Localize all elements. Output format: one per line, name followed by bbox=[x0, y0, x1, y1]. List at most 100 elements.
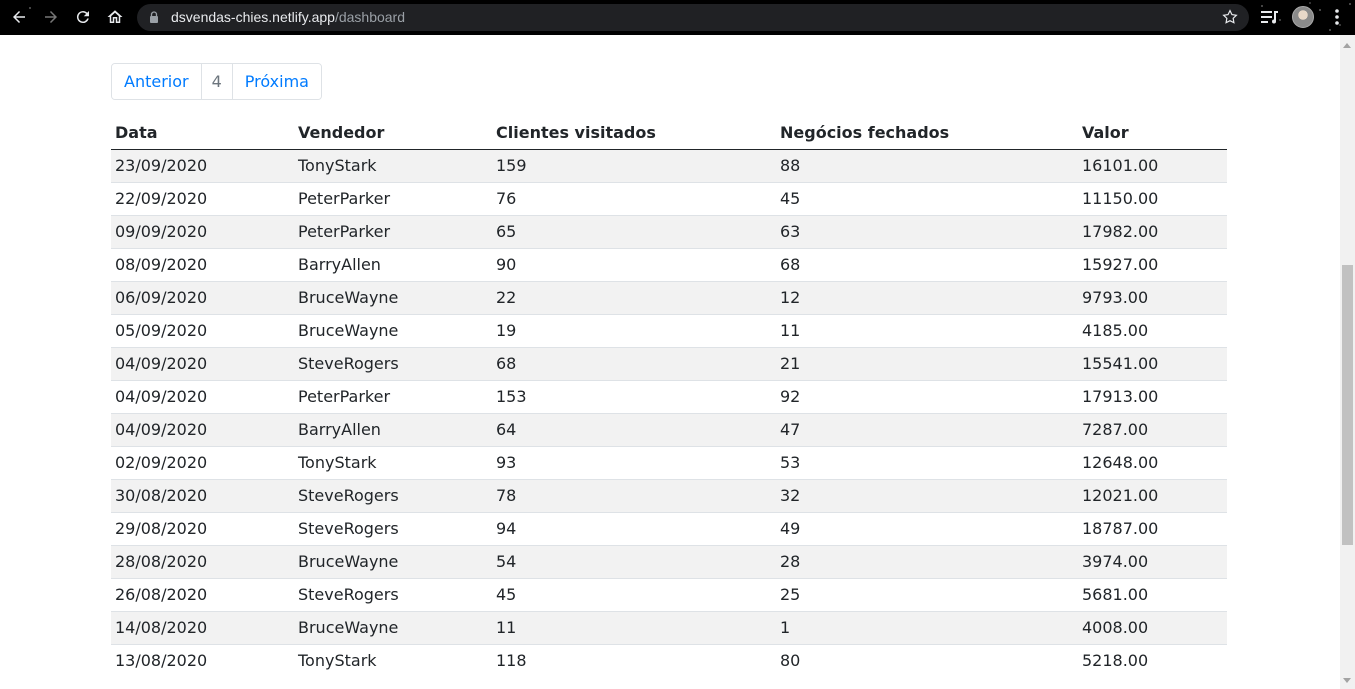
pagination: Anterior 4 Próxima bbox=[111, 63, 322, 100]
cell-clients-visited: 90 bbox=[492, 247, 776, 281]
browser-toolbar: dsvendas-chies.netlify.app/dashboard bbox=[0, 0, 1355, 35]
table-row: 30/08/2020 SteveRogers 78 32 12021.00 bbox=[111, 478, 1227, 512]
table-row: 22/09/2020 PeterParker 76 45 11150.00 bbox=[111, 181, 1227, 215]
cell-amount: 11150.00 bbox=[1078, 181, 1227, 215]
media-controls-icon[interactable] bbox=[1260, 8, 1280, 26]
cell-amount: 9793.00 bbox=[1078, 280, 1227, 314]
cell-date: 08/09/2020 bbox=[111, 247, 294, 281]
cell-clients-visited: 68 bbox=[492, 346, 776, 380]
cell-deals-closed: 32 bbox=[776, 478, 1078, 512]
cell-clients-visited: 19 bbox=[492, 313, 776, 347]
table-row: 09/09/2020 PeterParker 65 63 17982.00 bbox=[111, 214, 1227, 248]
cell-amount: 7287.00 bbox=[1078, 412, 1227, 446]
cell-amount: 4008.00 bbox=[1078, 610, 1227, 644]
cell-deals-closed: 53 bbox=[776, 445, 1078, 479]
cell-deals-closed: 92 bbox=[776, 379, 1078, 413]
cell-date: 04/09/2020 bbox=[111, 412, 294, 446]
cell-date: 23/09/2020 bbox=[111, 148, 294, 182]
cell-clients-visited: 93 bbox=[492, 445, 776, 479]
home-button[interactable] bbox=[102, 4, 128, 30]
cell-clients-visited: 78 bbox=[492, 478, 776, 512]
cell-clients-visited: 11 bbox=[492, 610, 776, 644]
cell-date: 06/09/2020 bbox=[111, 280, 294, 314]
profile-avatar[interactable] bbox=[1292, 6, 1314, 28]
column-header-amount: Valor bbox=[1078, 116, 1227, 150]
column-header-deals-closed: Negócios fechados bbox=[776, 116, 1078, 150]
bookmark-star-icon[interactable] bbox=[1221, 8, 1239, 26]
cell-date: 22/09/2020 bbox=[111, 181, 294, 215]
reload-button[interactable] bbox=[70, 4, 96, 30]
cell-deals-closed: 88 bbox=[776, 148, 1078, 182]
table-row: 06/09/2020 BruceWayne 22 12 9793.00 bbox=[111, 280, 1227, 314]
page-scrollbar[interactable] bbox=[1340, 35, 1355, 689]
cell-deals-closed: 63 bbox=[776, 214, 1078, 248]
scroll-down-arrow-icon[interactable] bbox=[1343, 678, 1351, 683]
column-header-date: Data bbox=[111, 116, 294, 150]
next-page-button[interactable]: Próxima bbox=[232, 64, 321, 99]
cell-clients-visited: 94 bbox=[492, 511, 776, 545]
cell-deals-closed: 21 bbox=[776, 346, 1078, 380]
cell-date: 09/09/2020 bbox=[111, 214, 294, 248]
cell-amount: 16101.00 bbox=[1078, 148, 1227, 182]
table-body: 23/09/2020 TonyStark 159 88 16101.00 22/09/20… bbox=[111, 148, 1227, 677]
cell-seller: TonyStark bbox=[294, 643, 492, 677]
cell-date: 13/08/2020 bbox=[111, 643, 294, 677]
cell-amount: 5681.00 bbox=[1078, 577, 1227, 611]
cell-amount: 5218.00 bbox=[1078, 643, 1227, 677]
address-bar[interactable]: dsvendas-chies.netlify.app/dashboard bbox=[137, 4, 1249, 31]
lock-icon bbox=[150, 11, 158, 23]
kebab-menu-icon[interactable] bbox=[1328, 8, 1346, 26]
cell-date: 04/09/2020 bbox=[111, 379, 294, 413]
cell-clients-visited: 76 bbox=[492, 181, 776, 215]
table-row: 05/09/2020 BruceWayne 19 11 4185.00 bbox=[111, 313, 1227, 347]
cell-seller: BruceWayne bbox=[294, 313, 492, 347]
cell-date: 28/08/2020 bbox=[111, 544, 294, 578]
cell-clients-visited: 54 bbox=[492, 544, 776, 578]
cell-amount: 17913.00 bbox=[1078, 379, 1227, 413]
table-header: Data Vendedor Clientes visitados Negócio… bbox=[111, 116, 1227, 150]
cell-seller: PeterParker bbox=[294, 379, 492, 413]
table-row: 29/08/2020 SteveRogers 94 49 18787.00 bbox=[111, 511, 1227, 545]
current-page-indicator: 4 bbox=[201, 64, 233, 99]
cell-deals-closed: 11 bbox=[776, 313, 1078, 347]
cell-clients-visited: 153 bbox=[492, 379, 776, 413]
cell-seller: TonyStark bbox=[294, 148, 492, 182]
cell-seller: PeterParker bbox=[294, 214, 492, 248]
cell-amount: 17982.00 bbox=[1078, 214, 1227, 248]
cell-amount: 3974.00 bbox=[1078, 544, 1227, 578]
table-row: 04/09/2020 SteveRogers 68 21 15541.00 bbox=[111, 346, 1227, 380]
cell-clients-visited: 64 bbox=[492, 412, 776, 446]
cell-deals-closed: 45 bbox=[776, 181, 1078, 215]
cell-clients-visited: 22 bbox=[492, 280, 776, 314]
cell-deals-closed: 68 bbox=[776, 247, 1078, 281]
scrollbar-thumb[interactable] bbox=[1342, 265, 1353, 545]
cell-seller: SteveRogers bbox=[294, 511, 492, 545]
cell-amount: 4185.00 bbox=[1078, 313, 1227, 347]
arrow-right-icon bbox=[45, 11, 57, 23]
cell-seller: BruceWayne bbox=[294, 610, 492, 644]
cell-date: 14/08/2020 bbox=[111, 610, 294, 644]
cell-clients-visited: 65 bbox=[492, 214, 776, 248]
cell-deals-closed: 28 bbox=[776, 544, 1078, 578]
table-row: 28/08/2020 BruceWayne 54 28 3974.00 bbox=[111, 544, 1227, 578]
scroll-up-arrow-icon[interactable] bbox=[1343, 43, 1351, 48]
cell-amount: 15927.00 bbox=[1078, 247, 1227, 281]
cell-deals-closed: 47 bbox=[776, 412, 1078, 446]
cell-amount: 18787.00 bbox=[1078, 511, 1227, 545]
cell-seller: TonyStark bbox=[294, 445, 492, 479]
forward-button[interactable] bbox=[38, 4, 64, 30]
table-row: 26/08/2020 SteveRogers 45 25 5681.00 bbox=[111, 577, 1227, 611]
cell-seller: BarryAllen bbox=[294, 412, 492, 446]
url-host: dsvendas-chies.netlify.app bbox=[171, 9, 335, 25]
back-button[interactable] bbox=[6, 4, 32, 30]
cell-clients-visited: 45 bbox=[492, 577, 776, 611]
previous-page-button[interactable]: Anterior bbox=[112, 64, 202, 99]
cell-date: 26/08/2020 bbox=[111, 577, 294, 611]
cell-seller: SteveRogers bbox=[294, 346, 492, 380]
cell-seller: SteveRogers bbox=[294, 577, 492, 611]
url-path: /dashboard bbox=[334, 9, 406, 25]
cell-seller: BruceWayne bbox=[294, 544, 492, 578]
cell-amount: 15541.00 bbox=[1078, 346, 1227, 380]
cell-clients-visited: 118 bbox=[492, 643, 776, 677]
header-row: Data Vendedor Clientes visitados Negócio… bbox=[111, 116, 1227, 150]
